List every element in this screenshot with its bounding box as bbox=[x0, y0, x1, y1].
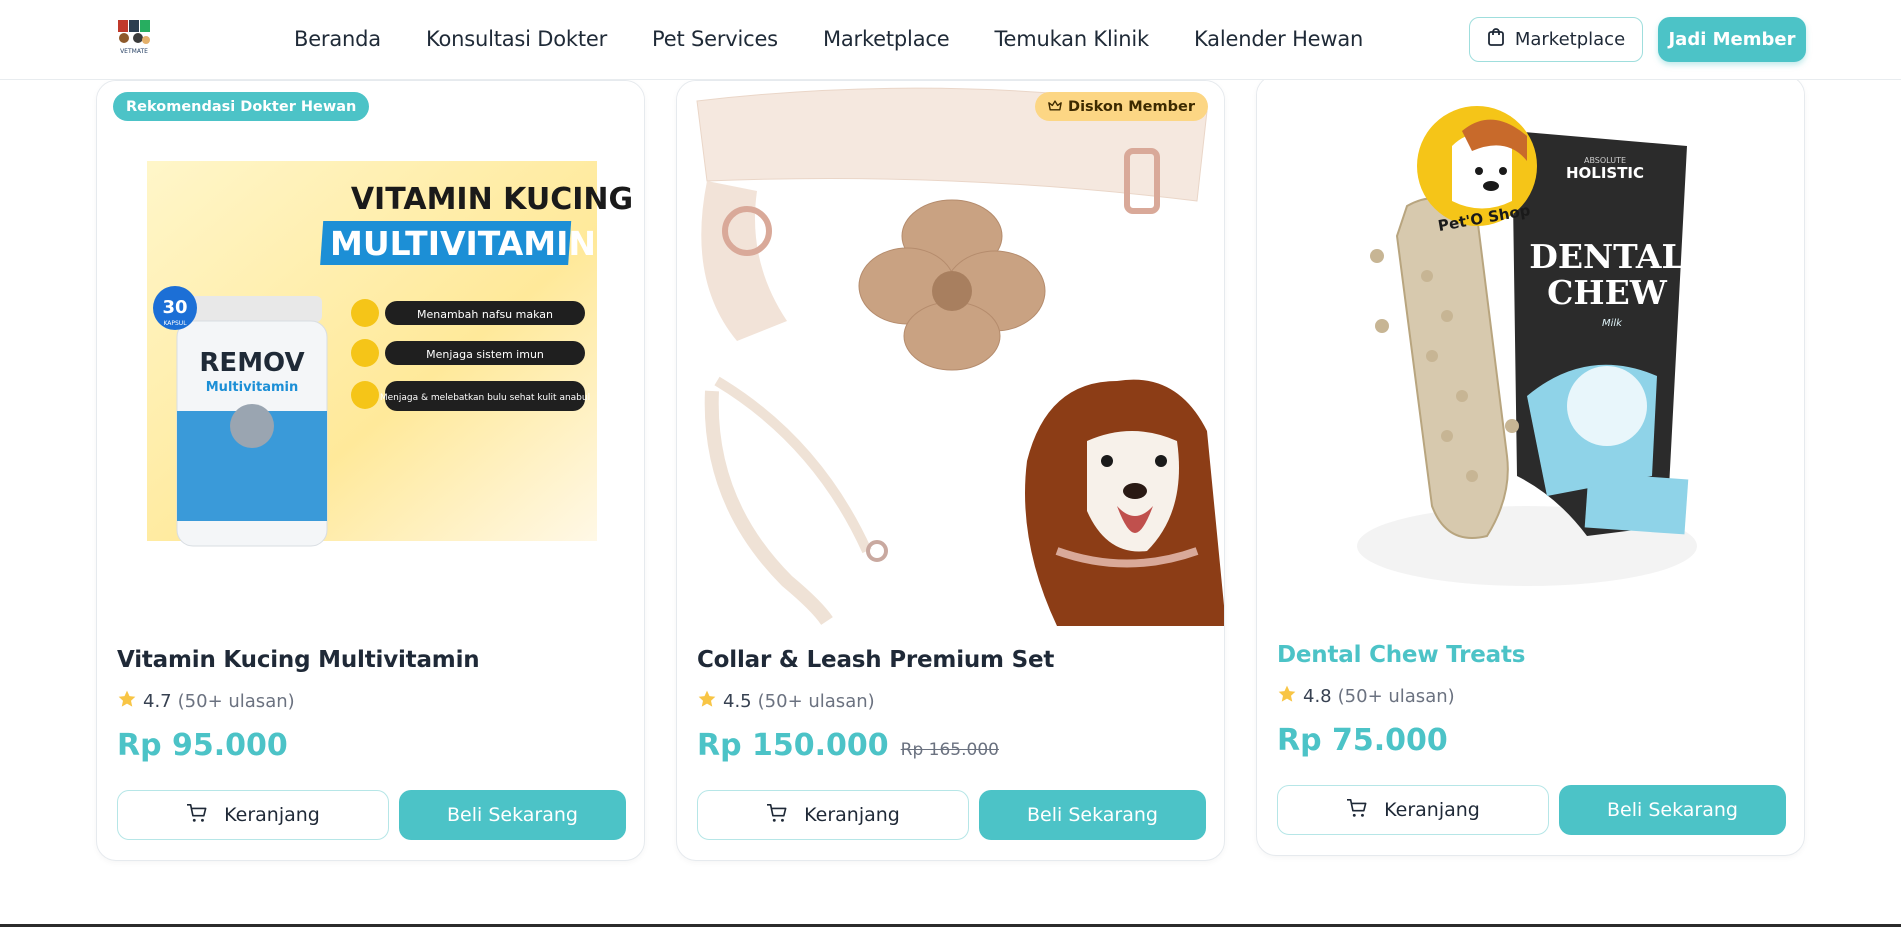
join-member-button[interactable]: Jadi Member bbox=[1658, 17, 1806, 62]
product-title[interactable]: Dental Chew Treats bbox=[1277, 642, 1525, 668]
star-icon bbox=[117, 689, 137, 714]
product-image-collar[interactable] bbox=[677, 81, 1224, 626]
product-card-vitamin[interactable]: VITAMIN KUCING MULTIVITAMIN Menambah naf… bbox=[96, 80, 645, 861]
product-title[interactable]: Collar & Leash Premium Set bbox=[697, 647, 1054, 673]
member-discount-badge: Diskon Member bbox=[1035, 92, 1208, 121]
svg-text:VITAMIN KUCING: VITAMIN KUCING bbox=[351, 182, 633, 217]
shopping-bag-icon bbox=[1487, 27, 1505, 52]
product-rating: 4.7 (50+ ulasan) bbox=[117, 689, 295, 714]
top-navbar: VETMATE Beranda Konsultasi Dokter Pet Se… bbox=[0, 0, 1901, 80]
product-price: Rp 95.000 bbox=[117, 728, 288, 763]
add-to-cart-label: Keranjang bbox=[804, 804, 900, 826]
svg-text:DENTAL: DENTAL bbox=[1529, 237, 1685, 276]
svg-text:Milk: Milk bbox=[1602, 318, 1623, 329]
nav-kalender-hewan[interactable]: Kalender Hewan bbox=[1194, 24, 1363, 54]
product-card-dental-chew[interactable]: ABSOLUTE HOLISTIC DENTAL CHEW Milk Pet'O… bbox=[1256, 75, 1805, 856]
original-price: Rp 165.000 bbox=[900, 740, 999, 760]
add-to-cart-button[interactable]: Keranjang bbox=[697, 790, 969, 840]
star-icon bbox=[1277, 684, 1297, 709]
cart-icon bbox=[186, 803, 208, 828]
add-to-cart-label: Keranjang bbox=[224, 804, 320, 826]
svg-text:HOLISTIC: HOLISTIC bbox=[1566, 164, 1644, 182]
product-price: Rp 150.000 Rp 165.000 bbox=[697, 728, 999, 763]
rating-value: 4.5 bbox=[723, 691, 752, 712]
add-to-cart-button[interactable]: Keranjang bbox=[117, 790, 389, 840]
svg-text:KAPSUL: KAPSUL bbox=[163, 320, 187, 327]
svg-text:MULTIVITAMIN: MULTIVITAMIN bbox=[330, 224, 596, 263]
product-rating: 4.8 (50+ ulasan) bbox=[1277, 684, 1455, 709]
add-to-cart-label: Keranjang bbox=[1384, 799, 1480, 821]
svg-text:VETMATE: VETMATE bbox=[120, 48, 148, 55]
svg-text:Multivitamin: Multivitamin bbox=[206, 380, 299, 395]
add-to-cart-button[interactable]: Keranjang bbox=[1277, 785, 1549, 835]
svg-text:30: 30 bbox=[162, 297, 187, 318]
product-price: Rp 75.000 bbox=[1277, 723, 1448, 758]
svg-text:REMOV: REMOV bbox=[199, 348, 304, 378]
vet-recommendation-badge: Rekomendasi Dokter Hewan bbox=[113, 92, 370, 121]
buy-now-button[interactable]: Beli Sekarang bbox=[979, 790, 1206, 840]
review-count: (50+ ulasan) bbox=[177, 691, 295, 712]
review-count: (50+ ulasan) bbox=[757, 691, 875, 712]
vetmate-logo[interactable]: VETMATE bbox=[116, 18, 154, 58]
svg-text:CHEW: CHEW bbox=[1547, 273, 1668, 312]
marketplace-button-label: Marketplace bbox=[1514, 29, 1626, 50]
product-image-dental-chew[interactable]: ABSOLUTE HOLISTIC DENTAL CHEW Milk Pet'O… bbox=[1257, 76, 1804, 621]
marketplace-button[interactable]: Marketplace bbox=[1469, 17, 1643, 62]
crown-icon bbox=[1048, 99, 1062, 115]
rating-value: 4.8 bbox=[1303, 686, 1332, 707]
cart-icon bbox=[1346, 798, 1368, 823]
product-title[interactable]: Vitamin Kucing Multivitamin bbox=[117, 647, 480, 673]
buy-now-button[interactable]: Beli Sekarang bbox=[399, 790, 626, 840]
product-card-collar[interactable]: Diskon Member Collar & Leash Premium Set… bbox=[676, 80, 1225, 861]
nav-beranda[interactable]: Beranda bbox=[294, 24, 381, 54]
nav-pet-services[interactable]: Pet Services bbox=[652, 24, 778, 54]
nav-temukan-klinik[interactable]: Temukan Klinik bbox=[994, 24, 1149, 54]
buy-now-button[interactable]: Beli Sekarang bbox=[1559, 785, 1786, 835]
product-image-vitamin[interactable]: VITAMIN KUCING MULTIVITAMIN Menambah naf… bbox=[97, 81, 644, 626]
svg-text:Menjaga & melebatkan bulu seha: Menjaga & melebatkan bulu sehat kulit an… bbox=[380, 393, 590, 403]
review-count: (50+ ulasan) bbox=[1337, 686, 1455, 707]
nav-marketplace[interactable]: Marketplace bbox=[823, 24, 950, 54]
star-icon bbox=[697, 689, 717, 714]
rating-value: 4.7 bbox=[143, 691, 172, 712]
nav-konsultasi-dokter[interactable]: Konsultasi Dokter bbox=[426, 24, 607, 54]
product-rating: 4.5 (50+ ulasan) bbox=[697, 689, 875, 714]
main-nav: Beranda Konsultasi Dokter Pet Services M… bbox=[294, 24, 1408, 54]
cart-icon bbox=[766, 803, 788, 828]
svg-text:Menjaga sistem imun: Menjaga sistem imun bbox=[426, 348, 544, 361]
svg-text:Menambah nafsu makan: Menambah nafsu makan bbox=[417, 308, 553, 321]
